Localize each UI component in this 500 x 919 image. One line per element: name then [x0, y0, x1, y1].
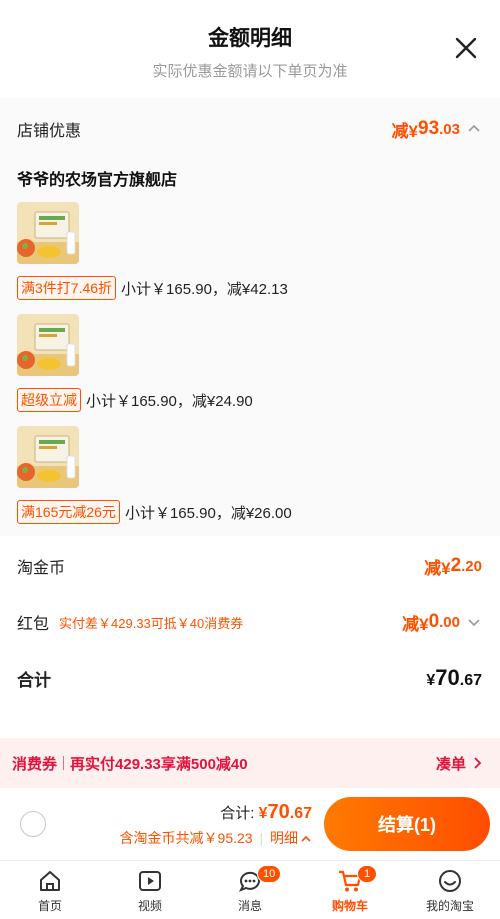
close-button[interactable] [454, 36, 478, 60]
coupon-divider [63, 756, 65, 770]
product-thumbnail[interactable] [17, 426, 79, 488]
product-image-icon [17, 202, 79, 264]
red-packet-label: 红包 [17, 616, 50, 633]
checkout-button[interactable]: 结算(1) [324, 797, 490, 851]
cart-badge: 1 [357, 865, 377, 883]
checkout-price: ¥70.67 [259, 801, 312, 823]
total-row: 合计 ¥70.67 [0, 648, 500, 708]
coupon-text: 再实付429.33享满500减40 [70, 755, 248, 773]
tab-messages[interactable]: 消息 10 [200, 861, 300, 919]
select-all-radio[interactable] [20, 811, 46, 837]
red-packet-dec: .00 [439, 613, 460, 631]
coupon-bar[interactable]: 消费券 再实付429.33享满500减40 凑单 [0, 738, 500, 788]
store-discount-int: 93 [418, 118, 440, 139]
coin-label: 淘金币 [17, 560, 66, 577]
product-subtotal: 小计￥165.90，减¥42.13 [121, 280, 288, 298]
sheet-title: 金额明细 [208, 27, 292, 50]
checkout-bar: 合计: ¥70.67 含淘金币共减￥95.23 | 明细 结算(1) [0, 788, 500, 860]
home-icon [40, 870, 60, 891]
product-item[interactable]: 满3件打7.46折 小计￥165.90，减¥42.13 [0, 202, 500, 300]
red-packet-prefix: 减¥ [402, 614, 429, 634]
store-block: 爷爷的农场官方旗舰店 满3件打7.46折 小计￥165.90，减¥42.13 超… [0, 154, 500, 536]
checkout-saved-text: 含淘金币共减￥95.23 [119, 829, 253, 846]
tab-video-label: 视频 [137, 898, 162, 913]
red-packet-int: 0 [428, 611, 440, 632]
product-thumbnail[interactable] [17, 202, 79, 264]
store-name: 爷爷的农场官方旗舰店 [17, 172, 178, 189]
tab-video[interactable]: 视频 [100, 861, 200, 919]
saved-divider: | [259, 829, 264, 846]
sheet-header: 金额明细 实际优惠金额请以下单页为准 [0, 0, 500, 98]
coupon-tag: 消费券 [12, 755, 58, 773]
video-icon [139, 870, 161, 891]
total-dec: .67 [459, 672, 482, 689]
checkout-summary: 合计: ¥70.67 含淘金币共减￥95.23 | 明细 [46, 801, 324, 848]
store-discount-dec: .03 [439, 120, 460, 138]
store-discount-prefix: 减¥ [391, 121, 418, 141]
product-line: 超级立减 小计￥165.90，减¥24.90 [17, 388, 483, 412]
product-line: 满3件打7.46折 小计￥165.90，减¥42.13 [17, 276, 483, 300]
total-prefix: ¥ [426, 672, 436, 689]
smile-face-icon [439, 869, 461, 892]
add-items-label: 凑单 [435, 755, 466, 773]
chevron-down-icon[interactable] [466, 614, 482, 630]
bottom-tabbar: 首页 视频 消息 10 购物车 1 我的淘宝 [0, 860, 500, 919]
coin-prefix: 减¥ [424, 558, 451, 578]
total-amount: ¥70.67 [426, 665, 482, 691]
tab-cart-label: 购物车 [331, 898, 368, 913]
chevron-up-icon [301, 835, 311, 842]
promo-tag: 超级立减 [17, 388, 81, 412]
detail-label: 明细 [270, 829, 298, 846]
checkout-int: 70 [267, 800, 290, 823]
checkout-sum-line: 合计: ¥70.67 [46, 801, 312, 824]
total-label: 合计 [17, 670, 51, 690]
product-subtotal: 小计￥165.90，减¥24.90 [86, 392, 253, 410]
product-thumbnail[interactable] [17, 314, 79, 376]
coin-int: 2 [450, 555, 462, 576]
tab-my-taobao-label: 我的淘宝 [425, 898, 474, 913]
tab-home-label: 首页 [37, 898, 62, 913]
store-discount-row[interactable]: 店铺优惠 减¥ 93.03 [0, 98, 500, 160]
messages-badge: 10 [257, 865, 282, 883]
checkout-sum-label: 合计: [220, 804, 255, 822]
coupon-info: 消费券 再实付429.33享满500减40 [12, 753, 248, 774]
red-packet-note: 实付差￥429.33可抵￥40消费券 [59, 615, 244, 631]
chevron-right-icon [474, 757, 482, 769]
promo-tag: 满165元减26元 [17, 500, 120, 524]
tab-home[interactable]: 首页 [0, 861, 100, 919]
sheet-subtitle: 实际优惠金额请以下单页为准 [152, 63, 348, 80]
checkout-dec: .67 [289, 804, 312, 822]
store-discount-label: 店铺优惠 [17, 123, 82, 140]
checkout-saved-line: 含淘金币共减￥95.23 | 明细 [46, 828, 312, 848]
tab-messages-label: 消息 [237, 898, 262, 913]
coin-amount: 减¥ 2.20 [424, 554, 482, 579]
red-packet-amount: 减¥ 0.00 [402, 610, 482, 635]
total-int: 70 [435, 665, 460, 690]
product-line: 满165元减26元 小计￥165.90，减¥26.00 [17, 500, 483, 524]
product-item[interactable]: 超级立减 小计￥165.90，减¥24.90 [0, 314, 500, 412]
red-packet-row[interactable]: 红包 实付差￥429.33可抵￥40消费券 减¥ 0.00 [0, 596, 500, 648]
coin-row: 淘金币 减¥ 2.20 [0, 536, 500, 596]
product-image-icon [17, 314, 79, 376]
coin-dec: .20 [461, 557, 482, 575]
product-item[interactable]: 满165元减26元 小计￥165.90，减¥26.00 [0, 426, 500, 524]
promo-tag: 满3件打7.46折 [17, 276, 117, 300]
add-items-link[interactable]: 凑单 [436, 753, 484, 774]
tab-cart[interactable]: 购物车 1 [300, 861, 400, 919]
detail-toggle[interactable]: 明细 [270, 830, 312, 846]
close-icon [455, 37, 477, 59]
product-image-icon [17, 426, 79, 488]
product-subtotal: 小计￥165.90，减¥26.00 [124, 504, 292, 522]
store-discount-amount: 减¥ 93.03 [392, 117, 482, 142]
tab-my-taobao[interactable]: 我的淘宝 [400, 861, 500, 919]
checkout-currency: ¥ [258, 804, 268, 822]
chevron-up-icon[interactable] [466, 121, 482, 137]
